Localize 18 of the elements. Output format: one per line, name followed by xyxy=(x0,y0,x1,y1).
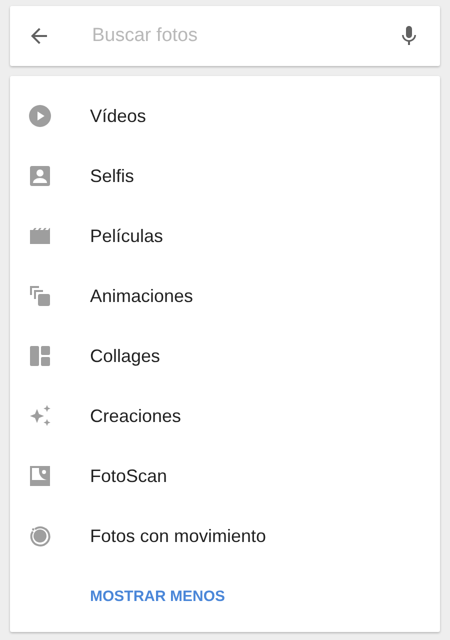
category-item[interactable]: Películas xyxy=(10,206,440,266)
stacked-squares-icon xyxy=(28,284,52,308)
motion-circle-icon xyxy=(28,524,52,548)
scan-frame-icon xyxy=(28,464,52,488)
play-icon xyxy=(28,104,52,128)
portrait-icon xyxy=(28,164,52,188)
sparkles-icon xyxy=(28,404,52,428)
category-item[interactable]: Vídeos xyxy=(10,86,440,146)
category-item[interactable]: Fotos con movimiento xyxy=(10,506,440,566)
category-item[interactable]: Selfis xyxy=(10,146,440,206)
category-item[interactable]: Creaciones xyxy=(10,386,440,446)
collage-icon xyxy=(28,344,52,368)
show-less-button[interactable]: MOSTRAR MENOS xyxy=(90,566,225,626)
search-bar[interactable]: Buscar fotos xyxy=(10,6,440,66)
search-field[interactable]: Buscar fotos xyxy=(90,20,396,52)
category-item[interactable]: Collages xyxy=(10,326,440,386)
category-item[interactable]: Animaciones xyxy=(10,266,440,326)
category-item[interactable]: FotoScan xyxy=(10,446,440,506)
